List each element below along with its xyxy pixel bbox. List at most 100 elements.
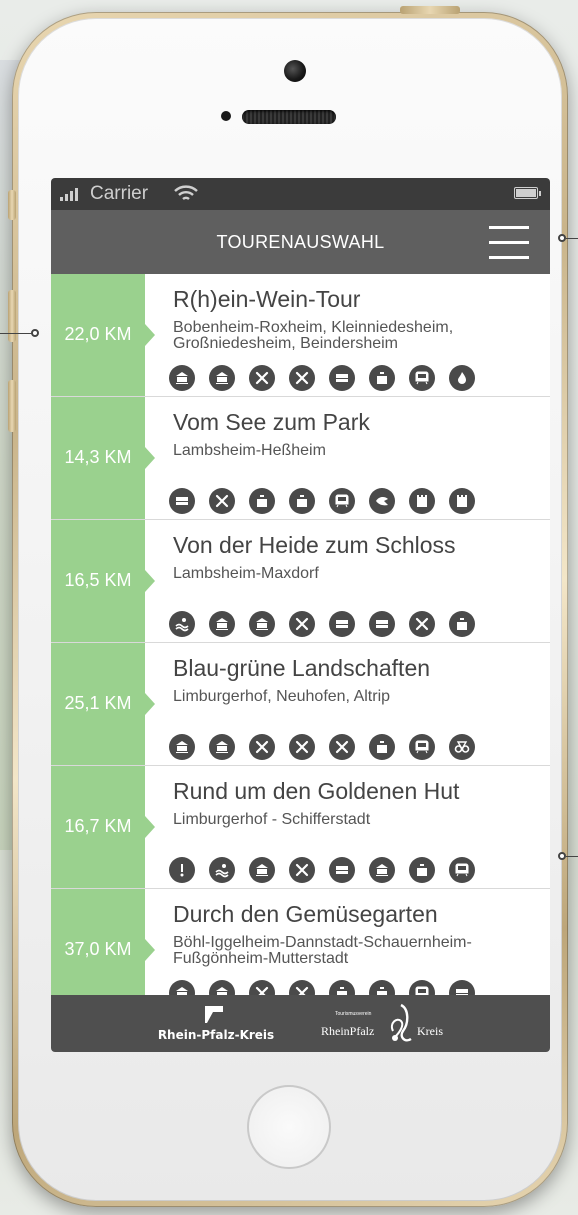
restaurant-icon[interactable] bbox=[409, 611, 435, 637]
mute-switch bbox=[8, 190, 16, 220]
museum-icon[interactable] bbox=[209, 734, 235, 760]
distance-label: 14,3 KM bbox=[64, 447, 132, 467]
nav-bar: TOURENAUSWAHL bbox=[51, 210, 550, 274]
swim-icon[interactable] bbox=[209, 857, 235, 883]
shop-icon[interactable] bbox=[369, 980, 395, 995]
restaurant-icon[interactable] bbox=[329, 734, 355, 760]
museum-icon[interactable] bbox=[249, 857, 275, 883]
restaurant-icon[interactable] bbox=[289, 365, 315, 391]
callout-line bbox=[566, 856, 578, 857]
tour-title: Vom See zum Park bbox=[173, 409, 370, 435]
distance-badge: 16,5 KM bbox=[51, 520, 155, 642]
tour-row[interactable]: 37,0 KM Durch den Gemüsegarten Böhl-Iggelh… bbox=[51, 889, 550, 995]
rhein-pfalz-kreis-logo: Rhein-Pfalz-Kreis bbox=[151, 1003, 281, 1047]
bed-icon[interactable] bbox=[449, 980, 475, 995]
tour-places: Limburgerhof, Neuhofen, Altrip bbox=[173, 688, 391, 705]
tour-places: Böhl-Iggelheim-Dannstadt-Schauernheim-Fu… bbox=[173, 934, 472, 967]
restaurant-icon[interactable] bbox=[289, 980, 315, 995]
tour-places: Limburgerhof - Schifferstadt bbox=[173, 811, 371, 828]
train-icon[interactable] bbox=[449, 857, 475, 883]
tour-title: R(h)ein-Wein-Tour bbox=[173, 286, 361, 312]
shop-icon[interactable] bbox=[449, 611, 475, 637]
museum-icon[interactable] bbox=[169, 734, 195, 760]
museum-icon[interactable] bbox=[169, 980, 195, 995]
restaurant-icon[interactable] bbox=[289, 734, 315, 760]
signal-icon bbox=[60, 188, 78, 201]
tour-title: Rund um den Goldenen Hut bbox=[173, 778, 460, 804]
bed-icon[interactable] bbox=[329, 857, 355, 883]
tour-title: Blau-grüne Landschaften bbox=[173, 655, 431, 681]
fire-icon[interactable] bbox=[449, 365, 475, 391]
restaurant-icon[interactable] bbox=[209, 488, 235, 514]
distance-label: 22,0 KM bbox=[64, 324, 132, 344]
distance-label: 16,7 KM bbox=[64, 816, 132, 836]
distance-badge: 37,0 KM bbox=[51, 889, 155, 995]
page-title: TOURENAUSWAHL bbox=[216, 232, 385, 252]
shop-icon[interactable] bbox=[369, 734, 395, 760]
bed-icon[interactable] bbox=[329, 365, 355, 391]
train-icon[interactable] bbox=[329, 488, 355, 514]
tour-row[interactable]: 14,3 KM Vom See zum Park Lambsheim-Heßheim bbox=[51, 397, 550, 520]
tour-row[interactable]: 16,5 KM Von der Heide zum Schloss Lambshei… bbox=[51, 520, 550, 643]
restaurant-icon[interactable] bbox=[249, 980, 275, 995]
logo-label: Rhein-Pfalz-Kreis bbox=[157, 1028, 275, 1042]
grape-logo-icon bbox=[391, 1003, 412, 1042]
app-screen: Carrier TOURENAUSWAHL 22,0 KM R(h)ein-Wei… bbox=[51, 178, 550, 1052]
feature-icons bbox=[169, 980, 475, 995]
feature-icons bbox=[169, 734, 475, 760]
shop-icon[interactable] bbox=[329, 980, 355, 995]
tour-row[interactable]: 22,0 KM R(h)ein-Wein-Tour Bobenheim-Roxhei… bbox=[51, 274, 550, 397]
train-icon[interactable] bbox=[409, 980, 435, 995]
distance-label: 16,5 KM bbox=[64, 570, 132, 590]
flag-logo-icon bbox=[205, 1006, 223, 1023]
logo-label: RheinPfalz bbox=[321, 1024, 375, 1038]
museum-icon[interactable] bbox=[249, 611, 275, 637]
bed-icon[interactable] bbox=[169, 488, 195, 514]
train-icon[interactable] bbox=[409, 365, 435, 391]
tower-icon[interactable] bbox=[409, 488, 435, 514]
swim-icon[interactable] bbox=[169, 611, 195, 637]
museum-icon[interactable] bbox=[369, 857, 395, 883]
tour-title: Durch den Gemüsegarten bbox=[173, 901, 438, 927]
bed-icon[interactable] bbox=[329, 611, 355, 637]
tour-row[interactable]: 16,7 KM Rund um den Goldenen Hut Limburger… bbox=[51, 766, 550, 889]
wifi-icon bbox=[174, 185, 198, 201]
train-icon[interactable] bbox=[409, 734, 435, 760]
callout-dot bbox=[31, 329, 39, 337]
info-icon[interactable] bbox=[169, 857, 195, 883]
tourismusverein-logo: Tourismusverein RheinPfalz Kreis bbox=[317, 1001, 457, 1047]
feature-icons bbox=[169, 857, 475, 883]
museum-icon[interactable] bbox=[209, 611, 235, 637]
footer-bar: Rhein-Pfalz-Kreis Tourismusverein RheinP… bbox=[51, 995, 550, 1052]
distance-badge: 22,0 KM bbox=[51, 274, 155, 396]
shop-icon[interactable] bbox=[289, 488, 315, 514]
distance-badge: 14,3 KM bbox=[51, 397, 155, 519]
shop-icon[interactable] bbox=[369, 365, 395, 391]
tour-list: 22,0 KM R(h)ein-Wein-Tour Bobenheim-Roxhei… bbox=[51, 274, 550, 995]
restaurant-icon[interactable] bbox=[249, 365, 275, 391]
tower-icon[interactable] bbox=[449, 488, 475, 514]
distance-label: 25,1 KM bbox=[64, 693, 132, 713]
tour-title: Von der Heide zum Schloss bbox=[173, 532, 456, 558]
restaurant-icon[interactable] bbox=[289, 611, 315, 637]
home-button[interactable] bbox=[247, 1085, 331, 1169]
proximity-sensor bbox=[221, 111, 231, 121]
logo-kreis-label: Kreis bbox=[417, 1024, 443, 1038]
bird-icon[interactable] bbox=[369, 488, 395, 514]
feature-icons bbox=[169, 365, 475, 391]
museum-icon[interactable] bbox=[169, 365, 195, 391]
restaurant-icon[interactable] bbox=[289, 857, 315, 883]
museum-icon[interactable] bbox=[209, 980, 235, 995]
battery-icon bbox=[514, 187, 541, 199]
bike-icon[interactable] bbox=[449, 734, 475, 760]
power-button bbox=[400, 6, 460, 14]
feature-icons bbox=[169, 611, 475, 637]
shop-icon[interactable] bbox=[409, 857, 435, 883]
tour-row[interactable]: 25,1 KM Blau-grüne Landschaften Limburgerh… bbox=[51, 643, 550, 766]
bed-icon[interactable] bbox=[369, 611, 395, 637]
menu-icon[interactable] bbox=[489, 226, 531, 260]
shop-icon[interactable] bbox=[249, 488, 275, 514]
restaurant-icon[interactable] bbox=[249, 734, 275, 760]
museum-icon[interactable] bbox=[209, 365, 235, 391]
distance-label: 37,0 KM bbox=[64, 939, 132, 959]
